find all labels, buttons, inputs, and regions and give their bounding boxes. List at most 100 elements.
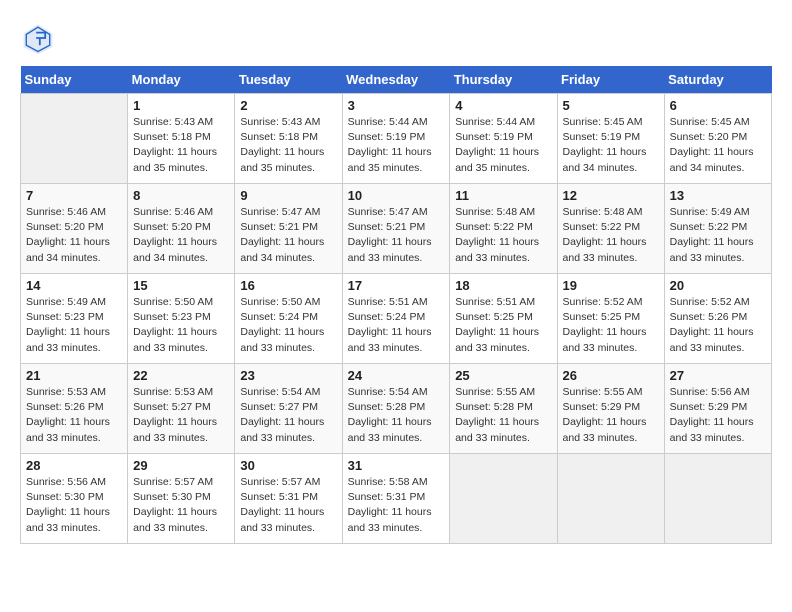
day-info: Sunrise: 5:45 AM Sunset: 5:20 PM Dayligh…	[670, 115, 766, 176]
calendar-cell: 24 Sunrise: 5:54 AM Sunset: 5:28 PM Dayli…	[342, 364, 450, 454]
calendar-cell: 10 Sunrise: 5:47 AM Sunset: 5:21 PM Dayli…	[342, 184, 450, 274]
day-number: 24	[348, 368, 445, 383]
calendar-cell: 16 Sunrise: 5:50 AM Sunset: 5:24 PM Dayli…	[235, 274, 342, 364]
day-number: 6	[670, 98, 766, 113]
day-number: 15	[133, 278, 229, 293]
calendar-cell: 29 Sunrise: 5:57 AM Sunset: 5:30 PM Dayli…	[128, 454, 235, 544]
day-info: Sunrise: 5:49 AM Sunset: 5:23 PM Dayligh…	[26, 295, 122, 356]
day-number: 9	[240, 188, 336, 203]
day-number: 27	[670, 368, 766, 383]
day-info: Sunrise: 5:43 AM Sunset: 5:18 PM Dayligh…	[133, 115, 229, 176]
day-info: Sunrise: 5:52 AM Sunset: 5:25 PM Dayligh…	[563, 295, 659, 356]
calendar-cell: 28 Sunrise: 5:56 AM Sunset: 5:30 PM Dayli…	[21, 454, 128, 544]
day-number: 14	[26, 278, 122, 293]
day-info: Sunrise: 5:51 AM Sunset: 5:24 PM Dayligh…	[348, 295, 445, 356]
calendar-cell: 6 Sunrise: 5:45 AM Sunset: 5:20 PM Daylig…	[664, 94, 771, 184]
calendar-table: SundayMondayTuesdayWednesdayThursdayFrid…	[20, 66, 772, 544]
calendar-cell: 18 Sunrise: 5:51 AM Sunset: 5:25 PM Dayli…	[450, 274, 557, 364]
day-info: Sunrise: 5:47 AM Sunset: 5:21 PM Dayligh…	[348, 205, 445, 266]
day-info: Sunrise: 5:52 AM Sunset: 5:26 PM Dayligh…	[670, 295, 766, 356]
week-row-4: 21 Sunrise: 5:53 AM Sunset: 5:26 PM Dayli…	[21, 364, 772, 454]
calendar-cell: 22 Sunrise: 5:53 AM Sunset: 5:27 PM Dayli…	[128, 364, 235, 454]
day-info: Sunrise: 5:50 AM Sunset: 5:24 PM Dayligh…	[240, 295, 336, 356]
calendar-cell: 14 Sunrise: 5:49 AM Sunset: 5:23 PM Dayli…	[21, 274, 128, 364]
day-header-tuesday: Tuesday	[235, 66, 342, 94]
week-row-3: 14 Sunrise: 5:49 AM Sunset: 5:23 PM Dayli…	[21, 274, 772, 364]
day-number: 19	[563, 278, 659, 293]
day-number: 12	[563, 188, 659, 203]
day-info: Sunrise: 5:57 AM Sunset: 5:31 PM Dayligh…	[240, 475, 336, 536]
day-number: 23	[240, 368, 336, 383]
calendar-cell: 27 Sunrise: 5:56 AM Sunset: 5:29 PM Dayli…	[664, 364, 771, 454]
day-header-friday: Friday	[557, 66, 664, 94]
calendar-cell	[450, 454, 557, 544]
calendar-cell: 23Sunrise: 5:54 AM Sunset: 5:27 PM Dayli…	[235, 364, 342, 454]
logo	[20, 20, 62, 56]
calendar-cell: 19 Sunrise: 5:52 AM Sunset: 5:25 PM Dayli…	[557, 274, 664, 364]
calendar-cell: 9 Sunrise: 5:47 AM Sunset: 5:21 PM Daylig…	[235, 184, 342, 274]
day-number: 3	[348, 98, 445, 113]
day-info: Sunrise: 5:53 AM Sunset: 5:26 PM Dayligh…	[26, 385, 122, 446]
day-number: 2	[240, 98, 336, 113]
calendar-cell	[21, 94, 128, 184]
day-info: Sunrise: 5:46 AM Sunset: 5:20 PM Dayligh…	[133, 205, 229, 266]
calendar-cell: 8 Sunrise: 5:46 AM Sunset: 5:20 PM Daylig…	[128, 184, 235, 274]
day-number: 31	[348, 458, 445, 473]
calendar-cell: 21 Sunrise: 5:53 AM Sunset: 5:26 PM Dayli…	[21, 364, 128, 454]
day-number: 5	[563, 98, 659, 113]
calendar-cell	[664, 454, 771, 544]
day-number: 16	[240, 278, 336, 293]
day-info: Sunrise: 5:56 AM Sunset: 5:29 PM Dayligh…	[670, 385, 766, 446]
day-header-wednesday: Wednesday	[342, 66, 450, 94]
logo-icon	[20, 20, 56, 56]
calendar-cell: 30 Sunrise: 5:57 AM Sunset: 5:31 PM Dayli…	[235, 454, 342, 544]
calendar-cell: 11Sunrise: 5:48 AM Sunset: 5:22 PM Dayli…	[450, 184, 557, 274]
day-header-saturday: Saturday	[664, 66, 771, 94]
day-info: Sunrise: 5:44 AM Sunset: 5:19 PM Dayligh…	[348, 115, 445, 176]
day-header-monday: Monday	[128, 66, 235, 94]
calendar-cell: 15Sunrise: 5:50 AM Sunset: 5:23 PM Dayli…	[128, 274, 235, 364]
day-number: 28	[26, 458, 122, 473]
calendar-cell: 26Sunrise: 5:55 AM Sunset: 5:29 PM Dayli…	[557, 364, 664, 454]
day-number: 30	[240, 458, 336, 473]
day-number: 22	[133, 368, 229, 383]
calendar-cell: 13Sunrise: 5:49 AM Sunset: 5:22 PM Dayli…	[664, 184, 771, 274]
week-row-1: 1Sunrise: 5:43 AM Sunset: 5:18 PM Daylig…	[21, 94, 772, 184]
calendar-cell: 3 Sunrise: 5:44 AM Sunset: 5:19 PM Daylig…	[342, 94, 450, 184]
calendar-cell: 17Sunrise: 5:51 AM Sunset: 5:24 PM Dayli…	[342, 274, 450, 364]
day-info: Sunrise: 5:55 AM Sunset: 5:28 PM Dayligh…	[455, 385, 551, 446]
day-info: Sunrise: 5:45 AM Sunset: 5:19 PM Dayligh…	[563, 115, 659, 176]
page-header	[20, 20, 772, 56]
day-number: 21	[26, 368, 122, 383]
day-info: Sunrise: 5:57 AM Sunset: 5:30 PM Dayligh…	[133, 475, 229, 536]
day-info: Sunrise: 5:55 AM Sunset: 5:29 PM Dayligh…	[563, 385, 659, 446]
day-info: Sunrise: 5:54 AM Sunset: 5:28 PM Dayligh…	[348, 385, 445, 446]
day-number: 20	[670, 278, 766, 293]
day-number: 13	[670, 188, 766, 203]
day-number: 18	[455, 278, 551, 293]
day-header-sunday: Sunday	[21, 66, 128, 94]
day-number: 4	[455, 98, 551, 113]
day-info: Sunrise: 5:58 AM Sunset: 5:31 PM Dayligh…	[348, 475, 445, 536]
day-info: Sunrise: 5:53 AM Sunset: 5:27 PM Dayligh…	[133, 385, 229, 446]
day-number: 29	[133, 458, 229, 473]
calendar-cell: 20 Sunrise: 5:52 AM Sunset: 5:26 PM Dayli…	[664, 274, 771, 364]
week-row-5: 28 Sunrise: 5:56 AM Sunset: 5:30 PM Dayli…	[21, 454, 772, 544]
calendar-cell: 7 Sunrise: 5:46 AM Sunset: 5:20 PM Daylig…	[21, 184, 128, 274]
day-info: Sunrise: 5:46 AM Sunset: 5:20 PM Dayligh…	[26, 205, 122, 266]
calendar-cell: 4 Sunrise: 5:44 AM Sunset: 5:19 PM Daylig…	[450, 94, 557, 184]
day-number: 7	[26, 188, 122, 203]
day-number: 8	[133, 188, 229, 203]
calendar-cell: 25Sunrise: 5:55 AM Sunset: 5:28 PM Dayli…	[450, 364, 557, 454]
calendar-cell: 12 Sunrise: 5:48 AM Sunset: 5:22 PM Dayli…	[557, 184, 664, 274]
day-info: Sunrise: 5:56 AM Sunset: 5:30 PM Dayligh…	[26, 475, 122, 536]
day-number: 10	[348, 188, 445, 203]
calendar-header-row: SundayMondayTuesdayWednesdayThursdayFrid…	[21, 66, 772, 94]
day-info: Sunrise: 5:43 AM Sunset: 5:18 PM Dayligh…	[240, 115, 336, 176]
calendar-cell	[557, 454, 664, 544]
day-info: Sunrise: 5:51 AM Sunset: 5:25 PM Dayligh…	[455, 295, 551, 356]
day-number: 11	[455, 188, 551, 203]
day-info: Sunrise: 5:48 AM Sunset: 5:22 PM Dayligh…	[563, 205, 659, 266]
day-info: Sunrise: 5:47 AM Sunset: 5:21 PM Dayligh…	[240, 205, 336, 266]
day-info: Sunrise: 5:44 AM Sunset: 5:19 PM Dayligh…	[455, 115, 551, 176]
